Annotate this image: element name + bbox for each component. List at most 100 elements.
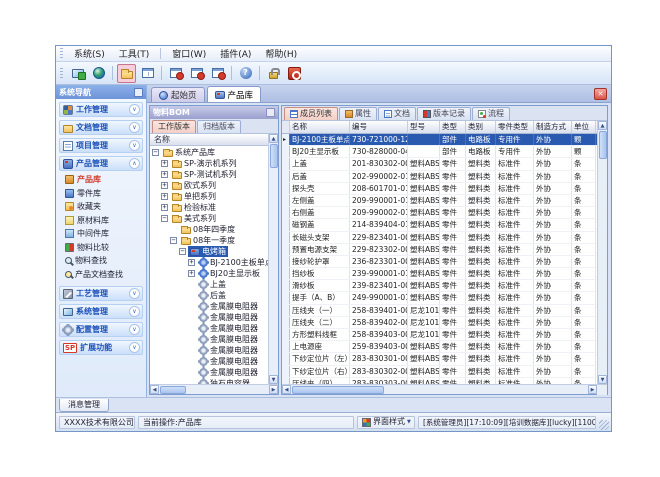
detail-tab-documents[interactable]: 文档 [378, 107, 416, 120]
tree-node[interactable]: 金属膜电阻器 [150, 356, 268, 367]
menu-item-window[interactable]: 窗口(W) [165, 46, 213, 61]
sidebar-group-header-process[interactable]: 工艺管理∨ [59, 286, 143, 301]
expand-toggle-icon[interactable]: + [161, 160, 168, 167]
tree-node[interactable]: +BJ20主显示板 [150, 268, 268, 279]
table-row[interactable]: 长磁头支架229-823401-00X塑料ABS零件塑料类标准件外协条 [282, 232, 597, 244]
chevron-down-icon[interactable]: ∨ [129, 306, 140, 317]
table-row[interactable]: 后盖202-990002-01X塑料ABS零件塑料类标准件外协条 [282, 171, 597, 183]
scroll-right-icon[interactable] [269, 385, 278, 394]
table-row[interactable]: 接纱轮护罩236-823301-00X塑料ABS零件塑料类标准件外协条 [282, 256, 597, 268]
sidebar-group-header-config[interactable]: 配置管理∨ [59, 322, 143, 337]
table-row[interactable]: 探头壳208-601701-01X塑料ABS零件塑料类标准件外协条 [282, 183, 597, 195]
tree-node[interactable]: 金属膜电阻器 [150, 301, 268, 312]
message-tab[interactable]: 消息管理 [59, 399, 109, 412]
table-row[interactable]: 磁钢盖214-839404-01X塑料ABS零件塑料类标准件外协条 [282, 219, 597, 231]
sidebar-item-favorites[interactable]: 收藏夹 [65, 200, 143, 214]
expand-toggle-icon[interactable]: + [188, 270, 195, 277]
tree-node[interactable]: 上盖 [150, 279, 268, 290]
detail-tab-version-history[interactable]: 版本记录 [417, 107, 471, 120]
desktop-button[interactable] [68, 64, 87, 83]
scroll-down-icon[interactable] [598, 375, 607, 384]
tree-node[interactable]: 08年四季度 [150, 224, 268, 235]
toolbar-grip-handle[interactable] [60, 68, 63, 79]
sidebar-item-material-compare[interactable]: 物料比较 [65, 241, 143, 255]
column-header-3[interactable]: 型号 [408, 121, 440, 133]
tree-scroll-thumb[interactable] [270, 144, 278, 168]
sidebar-item-intermediate-parts-library[interactable]: 中间件库 [65, 227, 143, 241]
scroll-down-icon[interactable] [269, 375, 278, 384]
table-row[interactable]: 提手（A、B）249-990001-01X塑料ABS零件塑料类标准件外协条 [282, 292, 597, 304]
chevron-down-icon[interactable]: ∨ [129, 104, 140, 115]
tree-node[interactable]: +SP-演示机系列 [150, 158, 268, 169]
help-button[interactable] [236, 64, 255, 83]
table-row[interactable]: 滑纱板239-823401-00X塑料ABS零件塑料类标准件外协条 [282, 280, 597, 292]
table-row[interactable]: 左侧盖209-990001-01X塑料ABS零件塑料类标准件外协条 [282, 195, 597, 207]
column-header-8[interactable]: 单位 [572, 121, 596, 133]
column-header-5[interactable]: 类别 [466, 121, 496, 133]
chevron-down-icon[interactable]: ∨ [129, 140, 140, 151]
table-hscroll-thumb[interactable] [292, 386, 384, 394]
collapse-toggle-icon[interactable]: − [179, 248, 186, 255]
scroll-left-icon[interactable] [150, 385, 159, 394]
chevron-up-icon[interactable]: ∧ [129, 158, 140, 169]
chevron-down-icon[interactable]: ∨ [129, 122, 140, 133]
table-row[interactable]: 压线夹（二）258-839402-00X尼龙1010零件塑料类标准件外协条 [282, 317, 597, 329]
tree-node[interactable]: 金属膜电阻器 [150, 334, 268, 345]
expand-toggle-icon[interactable]: + [161, 182, 168, 189]
expand-toggle-icon[interactable]: + [161, 171, 168, 178]
lock-button[interactable] [264, 64, 283, 83]
detail-tab-properties[interactable]: 属性 [339, 107, 377, 120]
scroll-left-icon[interactable] [282, 385, 291, 394]
table-row[interactable]: 右侧盖209-990002-01X塑料ABS零件塑料类标准件外协条 [282, 207, 597, 219]
tree-node[interactable]: 金属膜电阻器 [150, 323, 268, 334]
tree-node[interactable]: +欧式系列 [150, 180, 268, 191]
tree-node[interactable]: +BJ-2100主板单点 [150, 257, 268, 268]
tree-node[interactable]: 金属膜电阻器 [150, 312, 268, 323]
table-row[interactable]: BJ20主显示板730-828000-04X部件电路板专用件外协颗 [282, 146, 597, 158]
column-header-1[interactable]: 名称 [290, 121, 350, 133]
tree-hscroll-track[interactable] [159, 385, 269, 395]
tree-node[interactable]: −美式系列 [150, 213, 268, 224]
window-close-button[interactable] [208, 64, 227, 83]
tab-start-page[interactable]: 起始页 [151, 87, 205, 102]
table-row[interactable]: BJ-2100主板单点730-721000-12X部件电路板专用件外协颗 [282, 134, 597, 146]
table-row[interactable]: 挡纱板239-990001-01X塑料ABS零件塑料类标准件外协条 [282, 268, 597, 280]
scroll-up-icon[interactable] [598, 121, 607, 130]
tree-node[interactable]: −电烤箱 [150, 246, 268, 257]
table-horizontal-scrollbar[interactable] [282, 384, 607, 394]
table-row[interactable]: 预置电源支架229-823302-00X塑料ABS零件塑料类标准件外协条 [282, 244, 597, 256]
resize-grip[interactable] [599, 420, 609, 430]
tree-node[interactable]: 金属膜电阻器 [150, 367, 268, 378]
expand-toggle-icon[interactable]: + [161, 204, 168, 211]
sidebar-item-product-doc-search[interactable]: 产品文档查找 [65, 268, 143, 282]
menu-item-plugins[interactable]: 插件(A) [213, 46, 258, 61]
table-row[interactable]: 上盖201-830302-00X塑料ABS零件塑料类标准件外协条 [282, 158, 597, 170]
sidebar-group-header-extension[interactable]: SP扩展功能∨ [59, 340, 143, 355]
window-refresh-button[interactable] [187, 64, 206, 83]
table-row[interactable]: 压线夹（一）258-839401-00X尼龙1010零件塑料类标准件外协条 [282, 305, 597, 317]
tab-product-library[interactable]: 产品库 [207, 86, 262, 102]
expand-toggle-icon[interactable]: + [188, 259, 195, 266]
sidebar-item-raw-material-library[interactable]: 原材料库 [65, 214, 143, 228]
chevron-down-icon[interactable]: ∨ [129, 324, 140, 335]
scroll-up-icon[interactable] [269, 134, 278, 143]
detail-tab-member-list[interactable]: 成员列表 [284, 107, 338, 120]
sidebar-group-header-document[interactable]: 文档管理∨ [59, 120, 143, 135]
ui-style-button[interactable]: 界面样式 ▼ [357, 416, 415, 429]
menu-item-tools[interactable]: 工具(T) [112, 46, 157, 61]
scroll-right-icon[interactable] [588, 385, 597, 394]
column-header-7[interactable]: 制造方式 [534, 121, 572, 133]
chevron-down-icon[interactable]: ∨ [129, 342, 140, 353]
column-header-2[interactable]: 编号 [350, 121, 408, 133]
sidebar-item-material-search[interactable]: 物料查找 [65, 254, 143, 268]
tree-hscroll-thumb[interactable] [160, 386, 186, 394]
menu-grip-handle[interactable] [60, 48, 63, 59]
table-row[interactable]: 下纱定位片（右）283-830302-00X塑料ABS零件塑料类标准件外协条 [282, 366, 597, 378]
sidebar-group-header-work[interactable]: 工作管理∨ [59, 102, 143, 117]
network-button[interactable] [89, 64, 108, 83]
collapse-toggle-icon[interactable]: − [161, 215, 168, 222]
bom-tab-archived-version[interactable]: 归档版本 [197, 120, 241, 133]
sidebar-group-header-system[interactable]: 系统管理∨ [59, 304, 143, 319]
tree-column-header[interactable]: 名称 [150, 134, 268, 146]
tree-node[interactable]: −系统产品库 [150, 147, 268, 158]
